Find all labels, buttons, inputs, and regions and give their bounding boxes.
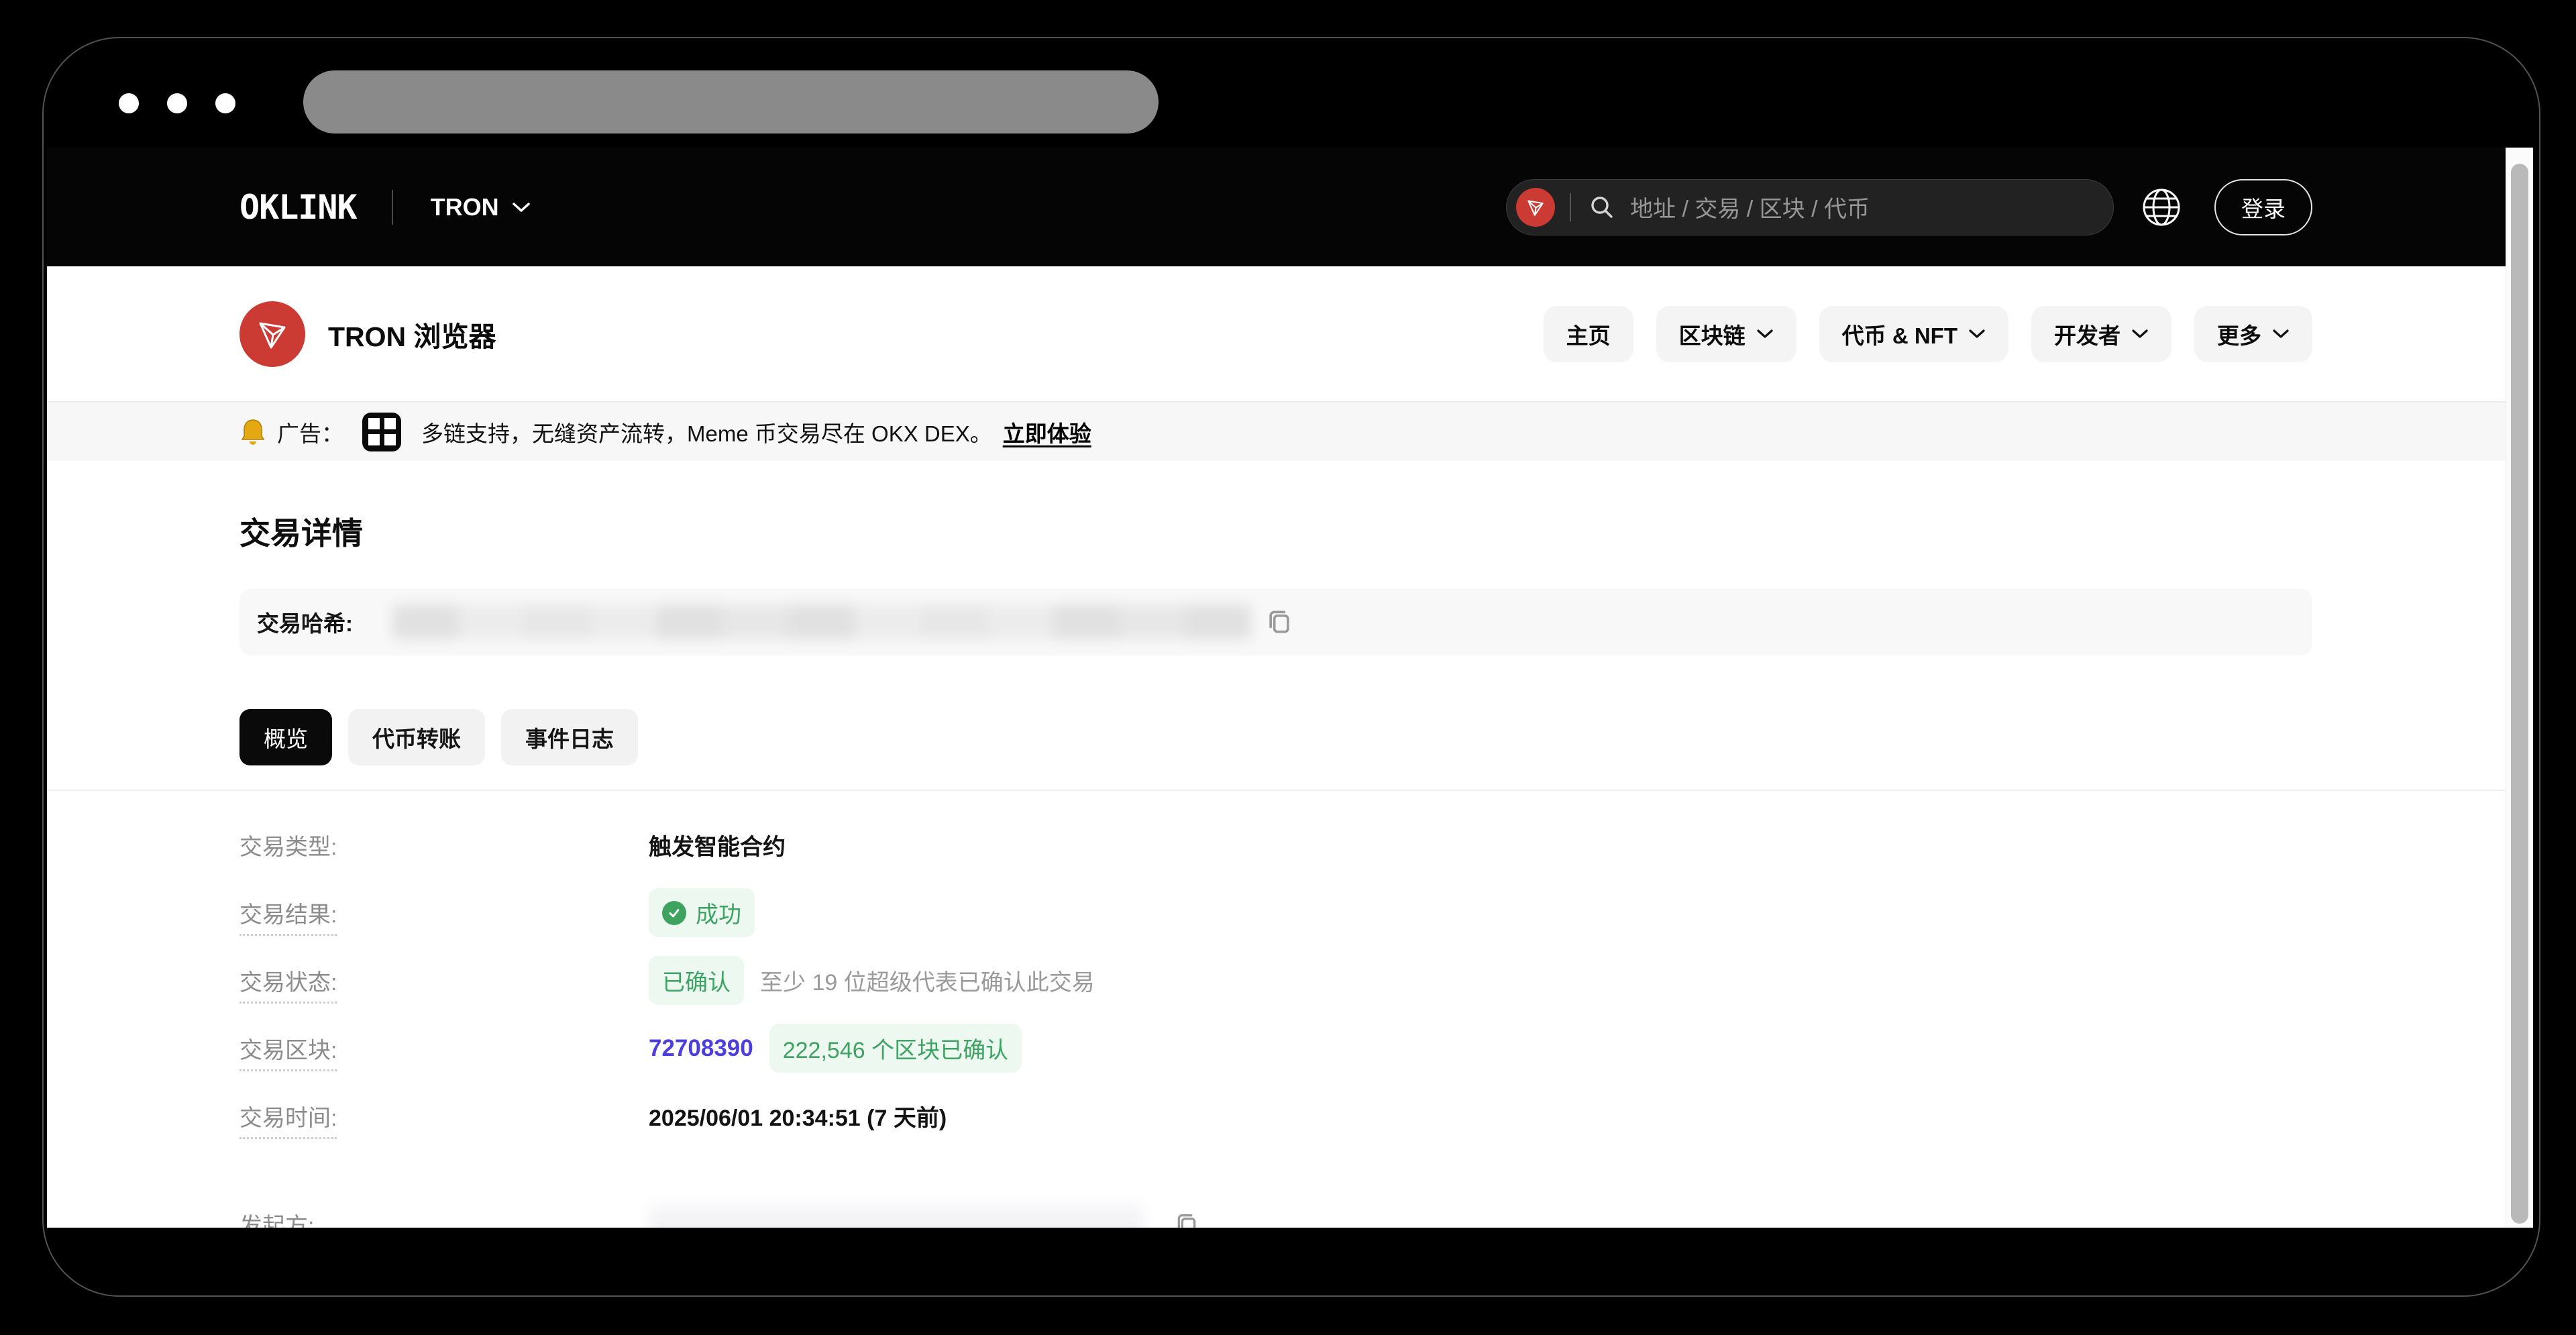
row-tx-result: 交易结果: 成功 xyxy=(239,879,2506,947)
tx-status-label: 交易状态: xyxy=(239,964,649,997)
nav-developers[interactable]: 开发者 xyxy=(2031,306,2171,362)
nav-home[interactable]: 主页 xyxy=(1544,306,1633,362)
chevron-down-icon xyxy=(1756,328,1774,340)
tx-hash-bar: 交易哈希: xyxy=(239,588,2312,655)
ad-banner: 广告： 多链支持，无缝资产流转，Meme 币交易尽在 OKX DEX。 立即体验 xyxy=(47,403,2506,461)
traffic-lights xyxy=(119,93,235,113)
tab-token-transfers[interactable]: 代币转账 xyxy=(348,709,485,765)
tx-result-label: 交易结果: xyxy=(239,896,649,929)
oklink-logo[interactable]: OKLINK xyxy=(239,188,357,227)
tx-result-badge: 成功 xyxy=(649,888,755,937)
transaction-detail-page: 交易详情 交易哈希: 概览 代 xyxy=(47,461,2506,1228)
initiator-redacted-address xyxy=(649,1204,1144,1228)
search-placeholder: 地址 / 交易 / 区块 / 代币 xyxy=(1630,191,1870,223)
tab-overview[interactable]: 概览 xyxy=(239,709,332,765)
tab-event-logs[interactable]: 事件日志 xyxy=(501,709,638,765)
copy-hash-button[interactable] xyxy=(1265,606,1294,638)
login-button[interactable]: 登录 xyxy=(2214,179,2312,235)
row-tx-type: 交易类型: 触发智能合约 xyxy=(239,811,2506,879)
tx-hash-redacted-value xyxy=(392,604,1251,639)
tx-status-note: 至少 19 位超级代表已确认此交易 xyxy=(760,964,1095,997)
scrollbar-thumb[interactable] xyxy=(2511,164,2528,1224)
row-tx-status: 交易状态: 已确认 至少 19 位超级代表已确认此交易 xyxy=(239,947,2506,1014)
address-bar[interactable] xyxy=(303,70,1159,134)
tx-type-value: 触发智能合约 xyxy=(649,829,786,861)
main-nav: 主页 区块链 代币 & NFT 开发者 xyxy=(1544,306,2312,362)
oklink-topbar: OKLINK TRON xyxy=(47,148,2506,266)
row-tx-time: 交易时间: 2025/06/01 20:34:51 (7 天前) xyxy=(239,1082,2506,1150)
window-close-dot[interactable] xyxy=(119,93,139,113)
tx-status-badge: 已确认 xyxy=(649,956,744,1005)
detail-tabs: 概览 代币转账 事件日志 xyxy=(239,709,2312,765)
nav-more[interactable]: 更多 xyxy=(2194,306,2312,362)
chevron-down-icon xyxy=(2131,328,2149,340)
tx-type-label: 交易类型: xyxy=(239,829,649,861)
nav-blockchain[interactable]: 区块链 xyxy=(1656,306,1796,362)
row-initiator: 发起方: xyxy=(239,1190,2506,1228)
ad-message: 多链支持，无缝资产流转，Meme 币交易尽在 OKX DEX。 xyxy=(421,416,992,448)
tx-hash-label: 交易哈希: xyxy=(257,606,376,638)
tx-time-value: 2025/06/01 20:34:51 (7 天前) xyxy=(649,1100,947,1132)
tron-chain-icon xyxy=(1516,188,1555,227)
page-title: 交易详情 xyxy=(239,461,2312,553)
search-divider xyxy=(1570,193,1571,221)
copy-icon xyxy=(1265,606,1294,638)
nav-tokens-nft[interactable]: 代币 & NFT xyxy=(1819,306,2008,362)
window-minimize-dot[interactable] xyxy=(167,93,187,113)
tx-block-label: 交易区块: xyxy=(239,1032,649,1065)
explorer-title: TRON 浏览器 xyxy=(328,314,496,354)
block-number-link[interactable]: 72708390 xyxy=(649,1035,753,1062)
copy-initiator-button[interactable] xyxy=(1173,1210,1200,1228)
bell-icon xyxy=(239,417,266,447)
chevron-down-icon xyxy=(2272,328,2290,340)
window-maximize-dot[interactable] xyxy=(215,93,235,113)
page-viewport: OKLINK TRON xyxy=(47,148,2533,1228)
browser-chrome xyxy=(44,38,2539,148)
search-input[interactable]: 地址 / 交易 / 区块 / 代币 xyxy=(1506,179,2114,235)
chain-selector-label: TRON xyxy=(431,193,499,221)
okx-logo xyxy=(362,413,401,451)
tron-logo[interactable] xyxy=(239,301,305,367)
ad-cta-link[interactable]: 立即体验 xyxy=(1003,416,1091,448)
block-confirmations-badge: 222,546 个区块已确认 xyxy=(769,1024,1022,1073)
search-icon xyxy=(1589,194,1615,221)
chevron-down-icon xyxy=(1968,328,1986,340)
initiator-label: 发起方: xyxy=(239,1208,649,1228)
chain-selector[interactable]: TRON xyxy=(431,193,531,221)
ad-label: 广告： xyxy=(277,416,343,448)
tx-time-label: 交易时间: xyxy=(239,1100,649,1132)
section-divider xyxy=(47,790,2506,791)
topbar-divider xyxy=(392,190,393,225)
language-globe-icon[interactable] xyxy=(2141,186,2182,228)
explorer-header: TRON 浏览器 主页 区块链 代币 & NFT xyxy=(47,266,2506,403)
success-check-icon xyxy=(662,901,686,925)
tx-result-value: 成功 xyxy=(696,896,741,929)
browser-window: OKLINK TRON xyxy=(42,37,2540,1297)
copy-icon xyxy=(1173,1210,1200,1228)
row-tx-block: 交易区块: 72708390 222,546 个区块已确认 xyxy=(239,1014,2506,1082)
page-scrollbar[interactable] xyxy=(2506,148,2533,1228)
chevron-down-icon xyxy=(511,201,531,214)
